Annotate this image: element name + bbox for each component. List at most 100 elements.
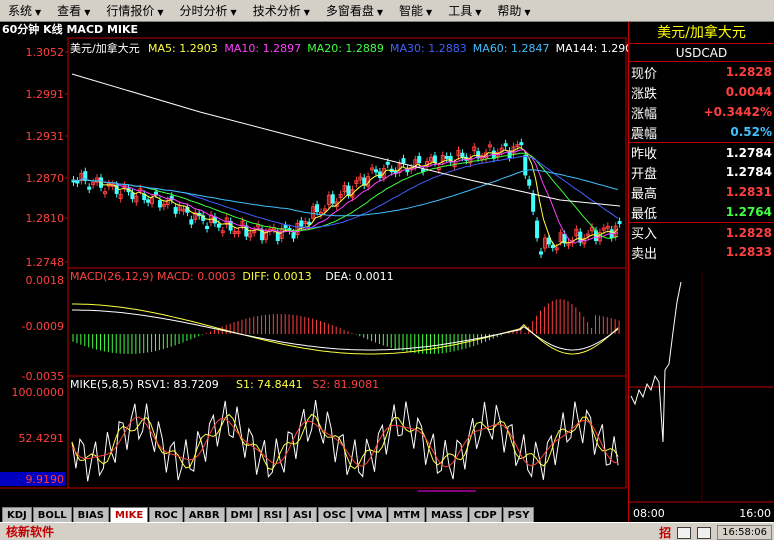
- quote-row: 现价 1.2828: [629, 62, 774, 82]
- quote-row-value: 0.0044: [725, 85, 772, 99]
- candle-body: [330, 194, 335, 204]
- tab-vma[interactable]: VMA: [351, 507, 388, 522]
- quote-row-label: 现价: [631, 66, 658, 82]
- candle-body: [189, 219, 194, 225]
- legend-item: MA30: 1.2883: [390, 42, 467, 55]
- mini-intraday-chart[interactable]: 08:00 16:00: [629, 272, 774, 522]
- menu-dropdown-icon: ▼: [475, 7, 482, 17]
- menu-label: 智能: [399, 3, 424, 18]
- quote-row-label: 涨幅: [631, 106, 658, 122]
- candle-body: [531, 193, 536, 212]
- quote-row: 涨幅 +0.3442%: [629, 102, 774, 122]
- recruit-indicator[interactable]: 招: [659, 524, 671, 540]
- tab-osc[interactable]: OSC: [317, 507, 351, 522]
- candle-body: [157, 200, 162, 208]
- macd-y-tick: -0.0035: [22, 370, 64, 383]
- legend-item: MACD(26,12,9) MACD: 0.0003: [70, 270, 236, 283]
- menu-dropdown-icon: ▼: [84, 7, 91, 17]
- menu-tools[interactable]: 工具 ▼: [440, 0, 489, 22]
- quote-row-label: 昨收: [631, 147, 658, 162]
- quote-row-value: 1.2828: [725, 225, 772, 240]
- menu-help[interactable]: 帮助 ▼: [489, 0, 538, 22]
- quote-row-value: 1.2831: [725, 185, 772, 199]
- quote-symbol-code: USDCAD: [629, 44, 774, 62]
- price-y-tick: 1.2931: [26, 130, 65, 143]
- mini-price-line: [630, 281, 682, 443]
- quote-row-label: 买入: [631, 227, 658, 242]
- menu-quotes[interactable]: 行情报价 ▼: [98, 0, 171, 22]
- tab-bias[interactable]: BIAS: [72, 507, 109, 522]
- quote-row: 昨收 1.2784: [629, 142, 774, 162]
- legend-item: MIKE(5,8,5) RSV1: 83.7209: [70, 378, 219, 391]
- quote-row: 开盘 1.2784: [629, 162, 774, 182]
- candle-body: [130, 192, 135, 200]
- tab-boll[interactable]: BOLL: [32, 507, 72, 522]
- tab-rsi[interactable]: RSI: [258, 507, 288, 522]
- tab-dmi[interactable]: DMI: [225, 507, 258, 522]
- price-y-tick: 1.2870: [26, 172, 65, 185]
- menu-dropdown-icon: ▼: [157, 7, 164, 17]
- candle-body: [535, 220, 540, 239]
- quote-row-label: 最低: [631, 206, 658, 222]
- candle-body: [503, 143, 508, 147]
- candle-body: [216, 223, 221, 228]
- candle-body: [87, 186, 92, 190]
- candle-body: [550, 245, 555, 249]
- tab-roc[interactable]: ROC: [149, 507, 183, 522]
- quote-row-label: 涨跌: [631, 86, 658, 102]
- candle-body: [546, 237, 551, 245]
- candle-body: [299, 220, 304, 227]
- legend-item: MA144: 1.2902: [556, 42, 628, 55]
- candle-body: [283, 224, 288, 229]
- menu-multiwindow[interactable]: 多窗看盘 ▼: [318, 0, 391, 22]
- candle-body: [617, 221, 622, 225]
- quote-row-label: 开盘: [631, 166, 658, 182]
- menu-view[interactable]: 查看 ▼: [49, 0, 98, 22]
- tab-arbr[interactable]: ARBR: [183, 507, 225, 522]
- macd-y-tick: 0.0018: [26, 274, 65, 287]
- indicator-tabbar: KDJ BOLL BIAS MIKE ROC ARBR DMI RSI ASI OSC VMA MTM…: [0, 506, 628, 522]
- candle-body: [315, 204, 320, 213]
- tab-psy[interactable]: PSY: [502, 507, 535, 522]
- menu-label: 分时分析: [179, 3, 228, 18]
- menu-system[interactable]: 系统 ▼: [0, 0, 49, 22]
- candle-body: [539, 251, 543, 255]
- legend-item: DIFF: 0.0013: [242, 270, 311, 283]
- menu-label: 系统: [8, 3, 33, 18]
- legend-item: S1: 74.8441: [236, 378, 303, 391]
- tab-mike[interactable]: MIKE: [109, 507, 149, 522]
- candle-body: [291, 232, 296, 239]
- tab-asi[interactable]: ASI: [288, 507, 317, 522]
- candle-body: [346, 185, 351, 196]
- tab-cdp[interactable]: CDP: [468, 507, 502, 522]
- menu-smart[interactable]: 智能 ▼: [391, 0, 440, 22]
- quote-row: 卖出 1.2833: [629, 242, 774, 262]
- menu-bar: 系统 ▼ 查看 ▼ 行情报价 ▼ 分时分析 ▼ 技术分析 ▼ 多窗看盘 ▼ 智能 ▼ 工具 ▼ 帮助 ▼: [0, 0, 774, 22]
- menu-intraday[interactable]: 分时分析 ▼: [172, 0, 245, 22]
- quote-row: 震幅 0.52%: [629, 122, 774, 142]
- menu-technical[interactable]: 技术分析 ▼: [245, 0, 318, 22]
- tab-mass[interactable]: MASS: [426, 507, 468, 522]
- candle-body: [460, 152, 465, 158]
- tab-kdj[interactable]: KDJ: [2, 507, 32, 522]
- kline-chart-area[interactable]: 1.3052 1.2991 1.2931 1.2870 1.2810 1.2748 0.00…: [0, 22, 639, 505]
- quote-row-value: 1.2784: [725, 145, 772, 160]
- quote-row-value: 1.2784: [725, 165, 772, 179]
- quote-row-label: 震幅: [631, 126, 658, 142]
- candle-body: [307, 221, 312, 225]
- quote-row-label: 卖出: [631, 246, 658, 262]
- candle-body: [146, 199, 151, 203]
- legend-symbol: 美元/加拿大元: [70, 41, 140, 55]
- quote-row: 最低 1.2764: [629, 202, 774, 222]
- legend-item: MA10: 1.2897: [224, 42, 301, 55]
- price-y-tick: 1.2991: [26, 88, 65, 101]
- mike-y-tick: 52.4291: [19, 432, 65, 445]
- candle-body: [523, 155, 528, 176]
- message-icon[interactable]: [697, 526, 712, 539]
- menu-label: 技术分析: [252, 3, 301, 18]
- legend-item: MA60: 1.2847: [473, 42, 550, 55]
- tab-mtm[interactable]: MTM: [388, 507, 426, 522]
- screen-icon[interactable]: [677, 526, 692, 539]
- candle-body: [527, 179, 532, 186]
- quote-symbol-name: 美元/加拿大元: [629, 22, 774, 44]
